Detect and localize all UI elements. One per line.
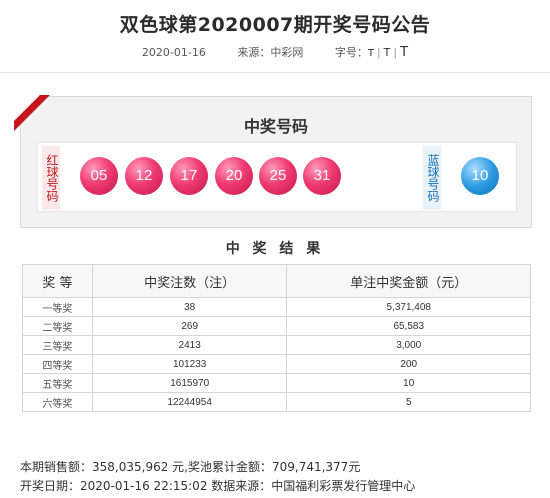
winner-count: 1615970: [91, 373, 288, 393]
table-row: 一等奖 38 5,371,408: [22, 297, 531, 317]
column-header-level: 奖 等: [22, 264, 93, 298]
panel-title: 中奖号码: [243, 117, 308, 136]
red-ball: 31: [303, 157, 341, 195]
source-label: 来源：中彩网: [237, 46, 304, 59]
winner-count: 12244954: [91, 392, 288, 412]
font-size-large-link[interactable]: T: [400, 45, 408, 60]
font-size-label: 字号：: [334, 46, 368, 59]
table-row: 三等奖 2413 3,000: [22, 335, 531, 355]
blue-ball: 10: [461, 157, 499, 195]
table-row: 四等奖 101233 200: [22, 354, 531, 374]
prize-amount: 200: [286, 354, 531, 374]
column-header-count: 中奖注数（注）: [91, 264, 288, 298]
draw-time: 开奖日期：2020-01-16 22:15:02 数据来源：中国福利彩票发行管理…: [20, 479, 416, 493]
balls-box: 红球号码 05 12 17 20 25 31 蓝球号码 10: [37, 142, 517, 212]
blue-ball-tag: 蓝球号码: [423, 146, 441, 210]
winner-count: 269: [91, 316, 288, 336]
column-header-amount: 单注中奖金额（元）: [286, 264, 531, 298]
prize-level: 三等奖: [22, 335, 93, 355]
corner-ribbon-inner: [14, 95, 40, 121]
prize-amount: 5,371,408: [286, 297, 531, 317]
prize-table: 奖 等 中奖注数（注） 单注中奖金额（元） 一等奖 38 5,371,408 二…: [22, 264, 531, 412]
red-ball: 05: [80, 157, 118, 195]
results-title: 中 奖 结 果: [225, 241, 325, 257]
page-title: 双色球第2020007期开奖号码公告: [119, 14, 431, 36]
winner-count: 38: [91, 297, 288, 317]
prize-level: 五等奖: [22, 373, 93, 393]
prize-level: 四等奖: [22, 354, 93, 374]
article-meta: 2020-01-16 来源：中彩网 字号：T | T | T: [0, 44, 550, 60]
table-row: 六等奖 12244954 5: [22, 392, 531, 412]
prize-amount: 65,583: [286, 316, 531, 336]
prize-amount: 3,000: [286, 335, 531, 355]
red-ball: 20: [215, 157, 253, 195]
winning-numbers-panel: 中奖号码 红球号码 05 12 17 20 25 31 蓝球号码 10: [20, 96, 532, 228]
draw-summary: 本期销售额：358,035,962 元,奖池累计金额：709,741,377元 …: [20, 458, 415, 496]
prize-level: 二等奖: [22, 316, 93, 336]
table-header-row: 奖 等 中奖注数（注） 单注中奖金额（元）: [22, 264, 531, 298]
font-size-small-link[interactable]: T: [368, 48, 374, 59]
red-ball-tag: 红球号码: [42, 146, 60, 210]
winner-count: 101233: [91, 354, 288, 374]
header-divider: [0, 72, 550, 73]
red-ball: 12: [125, 157, 163, 195]
prize-level: 一等奖: [22, 297, 93, 317]
red-ball: 25: [259, 157, 297, 195]
prize-amount: 5: [286, 392, 531, 412]
red-ball: 17: [170, 157, 208, 195]
font-size-switcher: 字号：T | T | T: [334, 45, 409, 60]
prize-level: 六等奖: [22, 392, 93, 412]
winner-count: 2413: [91, 335, 288, 355]
publish-date: 2020-01-16: [141, 46, 206, 59]
font-size-medium-link[interactable]: T: [384, 46, 391, 59]
table-row: 五等奖 1615970 10: [22, 373, 531, 393]
sales-summary: 本期销售额：358,035,962 元,奖池累计金额：709,741,377元: [20, 460, 361, 474]
table-row: 二等奖 269 65,583: [22, 316, 531, 336]
prize-amount: 10: [286, 373, 531, 393]
